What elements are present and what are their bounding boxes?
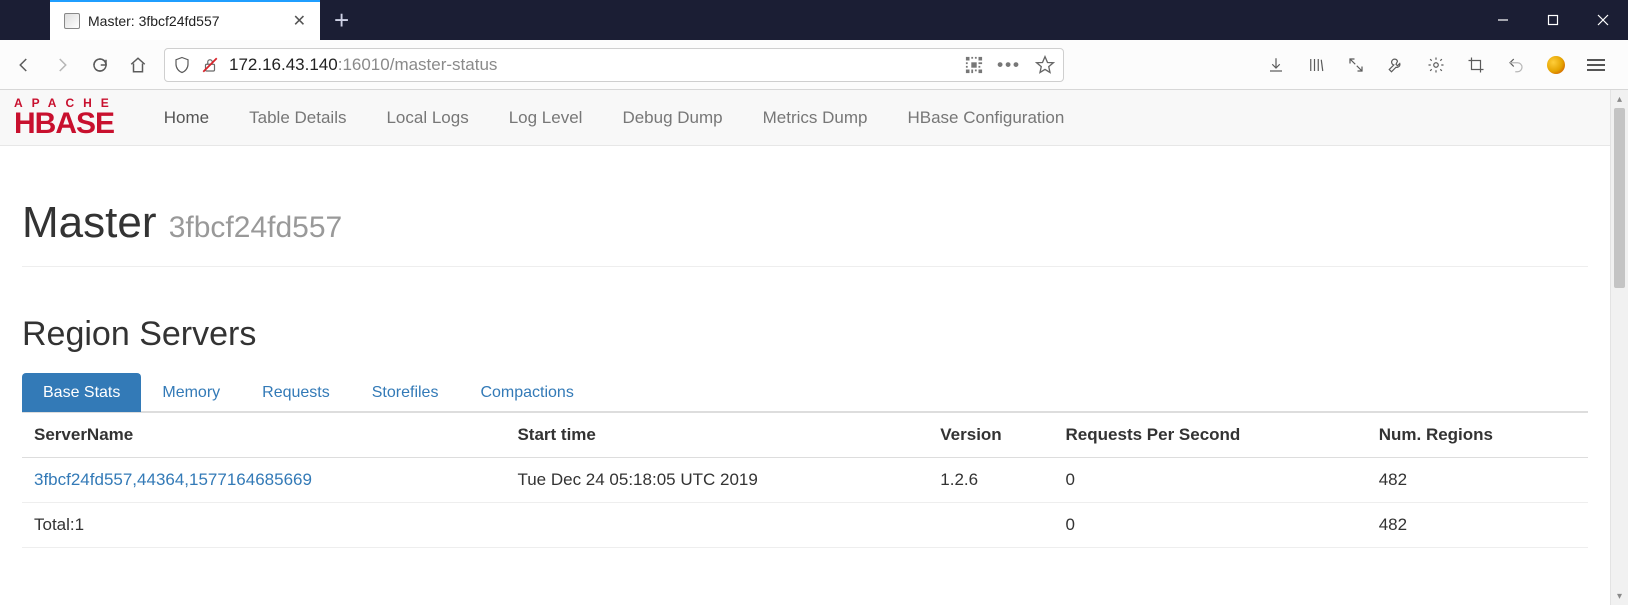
col-regions: Num. Regions	[1369, 413, 1588, 458]
table-row: 3fbcf24fd557,44364,1577164685669 Tue Dec…	[22, 458, 1588, 503]
nav-local-logs[interactable]: Local Logs	[366, 90, 488, 146]
scroll-down-arrow[interactable]: ▾	[1611, 587, 1628, 605]
page-actions-icon[interactable]: •••	[997, 55, 1021, 75]
url-text: 172.16.43.140:16010/master-status	[229, 55, 955, 75]
col-servername: ServerName	[22, 413, 507, 458]
new-tab-button[interactable]: +	[320, 0, 363, 40]
tab-storefiles[interactable]: Storefiles	[351, 373, 460, 412]
col-starttime: Start time	[507, 413, 930, 458]
total-regions: 482	[1369, 503, 1588, 548]
server-link[interactable]: 3fbcf24fd557,44364,1577164685669	[34, 470, 312, 489]
vertical-scrollbar[interactable]: ▴ ▾	[1610, 90, 1628, 605]
window-controls	[1478, 0, 1628, 40]
library-icon[interactable]	[1306, 55, 1326, 75]
home-button[interactable]	[120, 47, 156, 83]
section-region-servers: Region Servers	[22, 315, 1588, 354]
nav-log-level[interactable]: Log Level	[489, 90, 603, 146]
tab-requests[interactable]: Requests	[241, 373, 351, 412]
divider	[22, 266, 1588, 267]
page-title-main: Master	[22, 198, 156, 247]
tab-memory[interactable]: Memory	[141, 373, 241, 412]
toolbar-right	[1266, 55, 1618, 75]
url-path: :16010/master-status	[338, 55, 498, 75]
fullscreen-icon[interactable]	[1346, 55, 1366, 75]
menu-button[interactable]	[1586, 55, 1606, 75]
nav-table-details[interactable]: Table Details	[229, 90, 366, 146]
bookmark-star-icon[interactable]	[1035, 55, 1055, 75]
browser-toolbar: 172.16.43.140:16010/master-status •••	[0, 40, 1628, 90]
gear-icon[interactable]	[1426, 55, 1446, 75]
forward-button[interactable]	[44, 47, 80, 83]
insecure-lock-icon[interactable]	[201, 56, 219, 74]
hbase-logo[interactable]: APACHE HBASE	[14, 97, 118, 139]
total-label: Total:1	[22, 503, 507, 548]
tab-base-stats[interactable]: Base Stats	[22, 373, 141, 412]
window-titlebar: Master: 3fbcf24fd557 ✕ +	[0, 0, 1628, 40]
back-button[interactable]	[6, 47, 42, 83]
browser-tab-active[interactable]: Master: 3fbcf24fd557 ✕	[50, 0, 320, 40]
nav-home[interactable]: Home	[144, 90, 229, 146]
table-header-row: ServerName Start time Version Requests P…	[22, 413, 1588, 458]
downloads-icon[interactable]	[1266, 55, 1286, 75]
url-host: 172.16.43.140	[229, 55, 338, 75]
scroll-up-arrow[interactable]: ▴	[1611, 90, 1628, 108]
window-maximize-button[interactable]	[1528, 0, 1578, 40]
page-title: Master 3fbcf24fd557	[22, 198, 1588, 248]
page-content: APACHE HBASE Home Table Details Local Lo…	[0, 90, 1610, 605]
region-servers-table: ServerName Start time Version Requests P…	[22, 412, 1588, 548]
wrench-icon[interactable]	[1386, 55, 1406, 75]
extension-icon[interactable]	[1546, 55, 1566, 75]
page-title-sub: 3fbcf24fd557	[169, 211, 342, 244]
col-version: Version	[930, 413, 1055, 458]
url-bar[interactable]: 172.16.43.140:16010/master-status •••	[164, 48, 1064, 82]
cell-version: 1.2.6	[930, 458, 1055, 503]
col-rps: Requests Per Second	[1056, 413, 1369, 458]
cell-rps: 0	[1056, 458, 1369, 503]
crop-icon[interactable]	[1466, 55, 1486, 75]
total-rps: 0	[1056, 503, 1369, 548]
undo-icon[interactable]	[1506, 55, 1526, 75]
nav-debug-dump[interactable]: Debug Dump	[602, 90, 742, 146]
window-minimize-button[interactable]	[1478, 0, 1528, 40]
window-close-button[interactable]	[1578, 0, 1628, 40]
page-body: Master 3fbcf24fd557 Region Servers Base …	[0, 146, 1610, 548]
tab-favicon	[64, 13, 80, 29]
nav-metrics-dump[interactable]: Metrics Dump	[743, 90, 888, 146]
logo-bottom: HBASE	[14, 109, 118, 139]
cell-regions: 482	[1369, 458, 1588, 503]
table-total-row: Total:1 0 482	[22, 503, 1588, 548]
tab-close-icon[interactable]: ✕	[289, 11, 310, 31]
nav-hbase-config[interactable]: HBase Configuration	[887, 90, 1084, 146]
reload-button[interactable]	[82, 47, 118, 83]
cell-starttime: Tue Dec 24 05:18:05 UTC 2019	[507, 458, 930, 503]
browser-viewport: APACHE HBASE Home Table Details Local Lo…	[0, 90, 1628, 605]
region-server-tabs: Base Stats Memory Requests Storefiles Co…	[22, 372, 1588, 412]
tab-title: Master: 3fbcf24fd557	[88, 13, 220, 29]
qr-icon[interactable]	[965, 56, 983, 74]
tab-compactions[interactable]: Compactions	[459, 373, 594, 412]
tracking-shield-icon[interactable]	[173, 56, 191, 74]
hbase-navbar: APACHE HBASE Home Table Details Local Lo…	[0, 90, 1610, 146]
scroll-thumb[interactable]	[1614, 108, 1625, 288]
